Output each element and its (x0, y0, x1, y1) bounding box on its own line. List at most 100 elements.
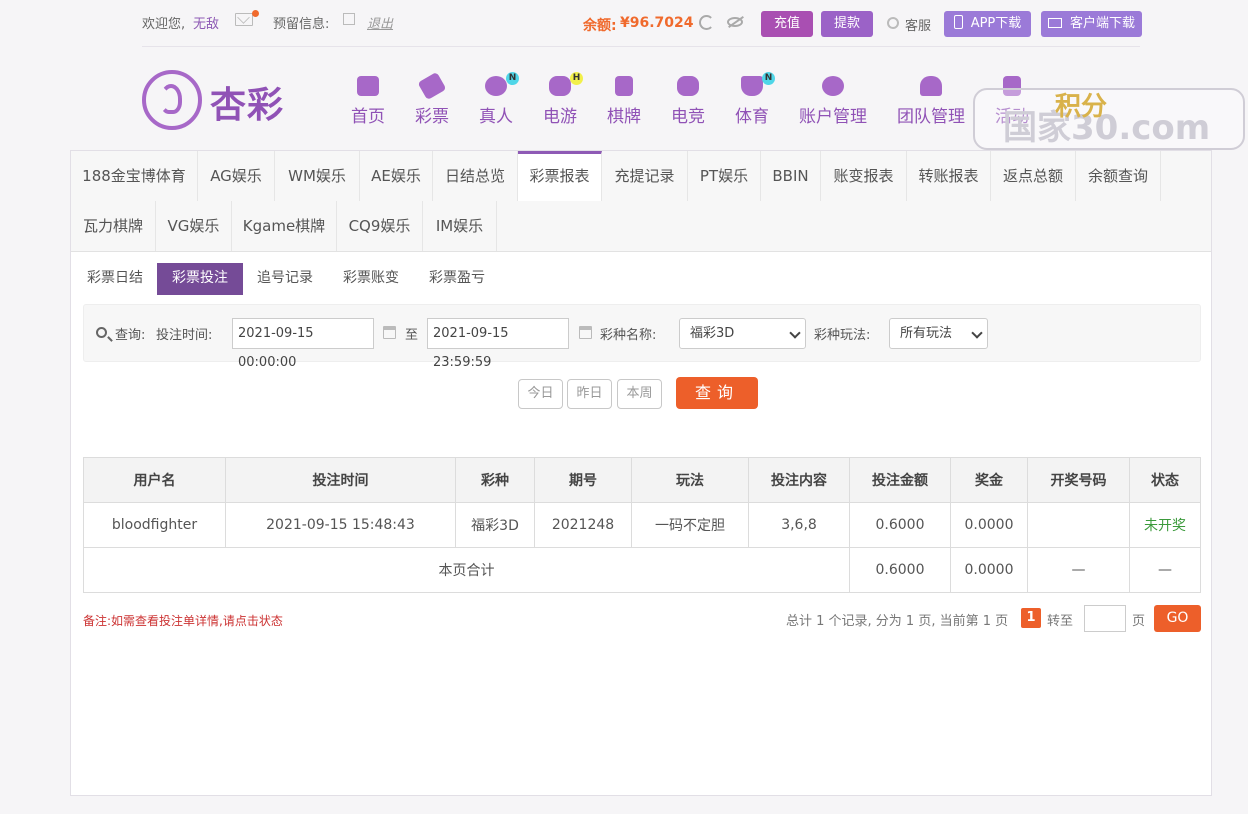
nav-team[interactable]: 团队管理 (897, 76, 965, 127)
nav-slots[interactable]: H 电游 (543, 72, 583, 127)
nav-label: 电竞 (671, 107, 705, 127)
calendar-icon[interactable] (383, 326, 396, 339)
goto-label: 转至 (1047, 614, 1074, 629)
tab-deposit-withdraw[interactable]: 充提记录 (602, 151, 688, 201)
nav-label: 彩票 (415, 107, 449, 127)
col-lottery: 彩种 (455, 457, 535, 503)
page-unit-label: 页 (1132, 614, 1146, 629)
lottery-name-label: 彩种名称: (600, 328, 657, 343)
edit-icon[interactable] (343, 13, 355, 25)
nav-label: 首页 (351, 107, 385, 127)
watermark-points-text: 积分 (1055, 92, 1108, 122)
tab-lottery-report[interactable]: 彩票报表 (518, 151, 602, 201)
subtab-daily-settlement[interactable]: 彩票日结 (83, 263, 147, 295)
cell-amount: 0.6000 (849, 502, 951, 548)
query-button[interactable]: 查询 (676, 377, 758, 409)
hot-badge: H (570, 72, 583, 85)
esports-icon (677, 76, 699, 96)
tab-transfer-report[interactable]: 转账报表 (907, 151, 991, 201)
client-download-button[interactable]: 客户端下载 (1041, 11, 1142, 37)
nav-esports[interactable]: 电竞 (671, 76, 705, 127)
subtotal-label: 本页合计 (83, 547, 850, 593)
tab-bbin[interactable]: BBIN (761, 151, 821, 201)
yesterday-button[interactable]: 昨日 (567, 379, 612, 409)
subtab-profit-loss[interactable]: 彩票盈亏 (427, 263, 487, 295)
yen-icon (822, 76, 844, 96)
end-time-input[interactable]: 2021-09-15 23:59:59 (427, 318, 569, 370)
hide-balance-icon[interactable] (727, 17, 743, 27)
tab-ag[interactable]: AG娱乐 (198, 151, 275, 201)
col-issue: 期号 (534, 457, 632, 503)
this-week-button[interactable]: 本周 (617, 379, 662, 409)
nav-live[interactable]: N 真人 (479, 72, 519, 127)
table-header-row: 用户名 投注时间 彩种 期号 玩法 投注内容 投注金额 奖金 开奖号码 状态 (83, 457, 1201, 503)
client-download-label: 客户端下载 (1069, 16, 1135, 31)
status-link[interactable]: 未开奖 (1144, 518, 1186, 534)
lottery-select-value: 福彩3D (690, 326, 735, 341)
nav-label: 体育 (735, 107, 769, 127)
recharge-button[interactable]: 充值 (761, 11, 813, 37)
tab-ae[interactable]: AE娱乐 (360, 151, 433, 201)
tab-rebate-total[interactable]: 返点总额 (991, 151, 1076, 201)
nav-cards[interactable]: 棋牌 (607, 76, 641, 127)
reserved-info-label: 预留信息: (273, 17, 330, 32)
nav-lottery[interactable]: 彩票 (415, 71, 449, 127)
gamepad-icon: H (549, 72, 583, 96)
nav-account[interactable]: 账户管理 (799, 76, 867, 127)
cell-status: 未开奖 (1129, 502, 1201, 548)
tab-wm[interactable]: WM娱乐 (275, 151, 360, 201)
play-select[interactable]: 所有玩法 (889, 318, 988, 349)
mail-icon[interactable] (235, 13, 253, 26)
customer-service-icon[interactable] (887, 17, 899, 29)
refresh-icon[interactable] (699, 15, 714, 30)
logo-icon[interactable] (142, 70, 202, 130)
current-page[interactable]: 1 (1021, 608, 1041, 628)
tab-pt[interactable]: PT娱乐 (688, 151, 761, 201)
live-dealer-icon: N (485, 72, 519, 96)
app-download-button[interactable]: APP下载 (944, 11, 1031, 37)
tab-wali-cards[interactable]: 瓦力棋牌 (71, 201, 156, 251)
subtab-account-change[interactable]: 彩票账变 (341, 263, 401, 295)
customer-service-link[interactable]: 客服 (905, 15, 931, 34)
subtab-bets[interactable]: 彩票投注 (157, 263, 243, 295)
subtotal-status: — (1129, 547, 1201, 593)
logout-link[interactable]: 退出 (367, 13, 393, 32)
nav-home[interactable]: 首页 (351, 76, 385, 127)
cell-play: 一码不定胆 (631, 502, 749, 548)
tab-im[interactable]: IM娱乐 (423, 201, 497, 251)
nav-sports[interactable]: N 体育 (735, 72, 775, 127)
nav-label: 团队管理 (897, 107, 965, 127)
lottery-select[interactable]: 福彩3D (679, 318, 806, 349)
tab-vg[interactable]: VG娱乐 (156, 201, 232, 251)
subtotal-prize: 0.0000 (950, 547, 1028, 593)
nav-label: 棋牌 (607, 107, 641, 127)
cell-prize: 0.0000 (950, 502, 1028, 548)
goto-page-input[interactable] (1084, 605, 1126, 632)
go-button[interactable]: GO (1154, 605, 1201, 632)
tab-daily-overview[interactable]: 日结总览 (433, 151, 518, 201)
col-prize: 奖金 (950, 457, 1028, 503)
cell-draw-number (1027, 502, 1130, 548)
col-draw-number: 开奖号码 (1027, 457, 1130, 503)
cell-issue: 2021248 (534, 502, 632, 548)
tab-kgame-cards[interactable]: Kgame棋牌 (232, 201, 337, 251)
start-time-input[interactable]: 2021-09-15 00:00:00 (232, 318, 374, 370)
tab-balance-query[interactable]: 余额查询 (1076, 151, 1161, 201)
nav-label: 账户管理 (799, 107, 867, 127)
username-link[interactable]: 无敌 (193, 13, 219, 32)
calendar-icon[interactable] (579, 326, 592, 339)
tab-account-change[interactable]: 账变报表 (821, 151, 907, 201)
today-button[interactable]: 今日 (518, 379, 563, 409)
subtab-chase-records[interactable]: 追号记录 (255, 263, 315, 295)
tab-188-sports[interactable]: 188金宝博体育 (71, 151, 198, 201)
logo-text[interactable]: 杏彩 (210, 76, 284, 128)
query-label: 查询: (115, 328, 146, 343)
nav-label: 真人 (479, 107, 513, 127)
new-badge: N (506, 72, 519, 85)
withdraw-button[interactable]: 提款 (821, 11, 873, 37)
col-bet-time: 投注时间 (225, 457, 456, 503)
trophy-icon: N (741, 72, 775, 96)
welcome-text: 欢迎您, (142, 17, 186, 32)
pagination-summary: 总计 1 个记录, 分为 1 页, 当前第 1 页 (786, 614, 1009, 629)
tab-cq9[interactable]: CQ9娱乐 (337, 201, 423, 251)
